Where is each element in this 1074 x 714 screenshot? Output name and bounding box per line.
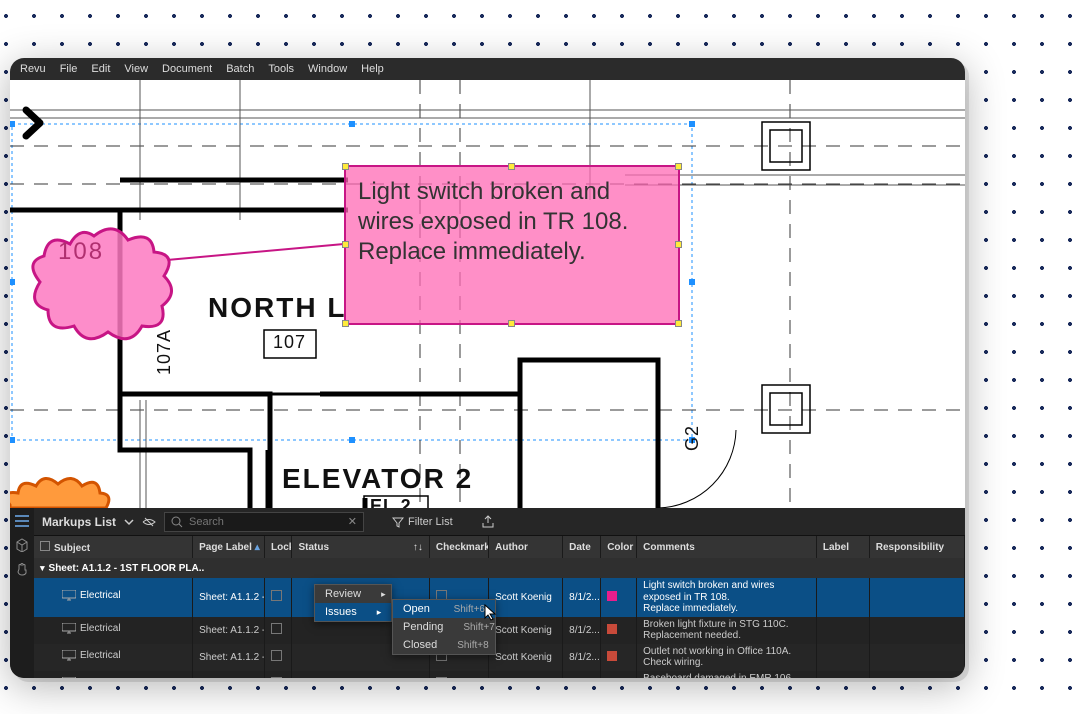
- table-row[interactable]: ElectricalSheet: A1.1.2 - ...Scott Koeni…: [34, 644, 965, 671]
- col-label[interactable]: Label: [816, 536, 869, 558]
- chevron-down-icon[interactable]: [124, 517, 134, 527]
- menu-edit[interactable]: Edit: [91, 63, 110, 75]
- cursor-icon: [484, 604, 498, 622]
- col-subject[interactable]: Subject: [34, 536, 193, 558]
- menu-item-review[interactable]: Review▸: [315, 585, 391, 603]
- grid-g2-label: G2: [682, 425, 703, 451]
- box-icon[interactable]: [15, 538, 29, 552]
- col-page[interactable]: Page Label ▴: [193, 536, 265, 558]
- panel-title: Markups List: [42, 515, 116, 529]
- filter-label: Filter List: [408, 516, 453, 528]
- table-row[interactable]: CarpentrySheet: A1.1.2 - ...Scott Koenig…: [34, 671, 965, 679]
- col-color[interactable]: Color: [601, 536, 637, 558]
- drawing-canvas[interactable]: 108 NORTH L 107 107A ELEVATOR 2 EL 2 G2 …: [10, 80, 965, 508]
- table-header-row: Subject Page Label ▴ Lock Status↑↓ Check…: [34, 536, 965, 558]
- menu-help[interactable]: Help: [361, 63, 384, 75]
- callout-text: Light switch broken and wires exposed in…: [358, 178, 628, 265]
- menu-item-issues[interactable]: Issues▸: [315, 603, 391, 621]
- export-icon[interactable]: [481, 515, 495, 529]
- search-input[interactable]: [189, 516, 342, 528]
- menu-item-open[interactable]: OpenShift+6: [393, 600, 495, 618]
- issues-submenu[interactable]: OpenShift+6 PendingShift+7 ClosedShift+8: [392, 599, 496, 655]
- room-label-108: 108: [58, 238, 104, 266]
- col-checkmark[interactable]: Checkmark: [429, 536, 488, 558]
- clear-search-icon[interactable]: ✕: [348, 515, 357, 528]
- room-label-107: 107: [273, 332, 306, 353]
- menubar: Revu File Edit View Document Batch Tools…: [10, 58, 965, 80]
- filter-button[interactable]: Filter List: [392, 516, 453, 528]
- menu-item-pending[interactable]: PendingShift+7: [393, 618, 495, 636]
- table-row[interactable]: ElectricalSheet: A1.1.2 - ...Scott Koeni…: [34, 617, 965, 644]
- status-context-menu[interactable]: Review▸ Issues▸: [314, 584, 392, 622]
- expand-panel-button[interactable]: [18, 106, 52, 140]
- col-status[interactable]: Status↑↓: [292, 536, 429, 558]
- menu-batch[interactable]: Batch: [226, 63, 254, 75]
- callout-textbox[interactable]: Light switch broken and wires exposed in…: [344, 165, 680, 325]
- list-icon[interactable]: [15, 514, 29, 528]
- hide-markups-icon[interactable]: [142, 515, 156, 529]
- col-date[interactable]: Date: [563, 536, 601, 558]
- search-icon: [171, 516, 183, 528]
- markups-table: Subject Page Label ▴ Lock Status↑↓ Check…: [34, 536, 965, 678]
- menu-document[interactable]: Document: [162, 63, 212, 75]
- col-lock[interactable]: Lock: [264, 536, 291, 558]
- menu-file[interactable]: File: [60, 63, 78, 75]
- menu-view[interactable]: View: [124, 63, 148, 75]
- room-label-107a: 107A: [154, 329, 175, 375]
- app-window: Revu File Edit View Document Batch Tools…: [10, 58, 965, 678]
- panel-left-rail: [10, 508, 34, 678]
- col-comments[interactable]: Comments: [637, 536, 817, 558]
- search-box[interactable]: ✕: [164, 512, 364, 532]
- col-responsibility[interactable]: Responsibility: [869, 536, 964, 558]
- north-label: NORTH L: [208, 292, 346, 324]
- elevator-label: ELEVATOR 2: [282, 463, 473, 495]
- menu-revu[interactable]: Revu: [20, 63, 46, 75]
- menu-item-closed[interactable]: ClosedShift+8: [393, 636, 495, 654]
- menu-window[interactable]: Window: [308, 63, 347, 75]
- panel-toolbar: Markups List ✕ Filter List: [34, 508, 965, 536]
- hand-icon[interactable]: [15, 562, 29, 576]
- markups-panel: Markups List ✕ Filter List: [10, 508, 965, 678]
- col-author[interactable]: Author: [489, 536, 563, 558]
- elevator-short-label: EL 2: [370, 496, 412, 508]
- menu-tools[interactable]: Tools: [268, 63, 294, 75]
- filter-icon: [392, 516, 404, 528]
- table-section-row[interactable]: ▸Sheet: A1.1.2 - 1ST FLOOR PLA..: [34, 558, 965, 578]
- table-row[interactable]: ElectricalSheet: A1.1.2 - ...Scott Koeni…: [34, 578, 965, 617]
